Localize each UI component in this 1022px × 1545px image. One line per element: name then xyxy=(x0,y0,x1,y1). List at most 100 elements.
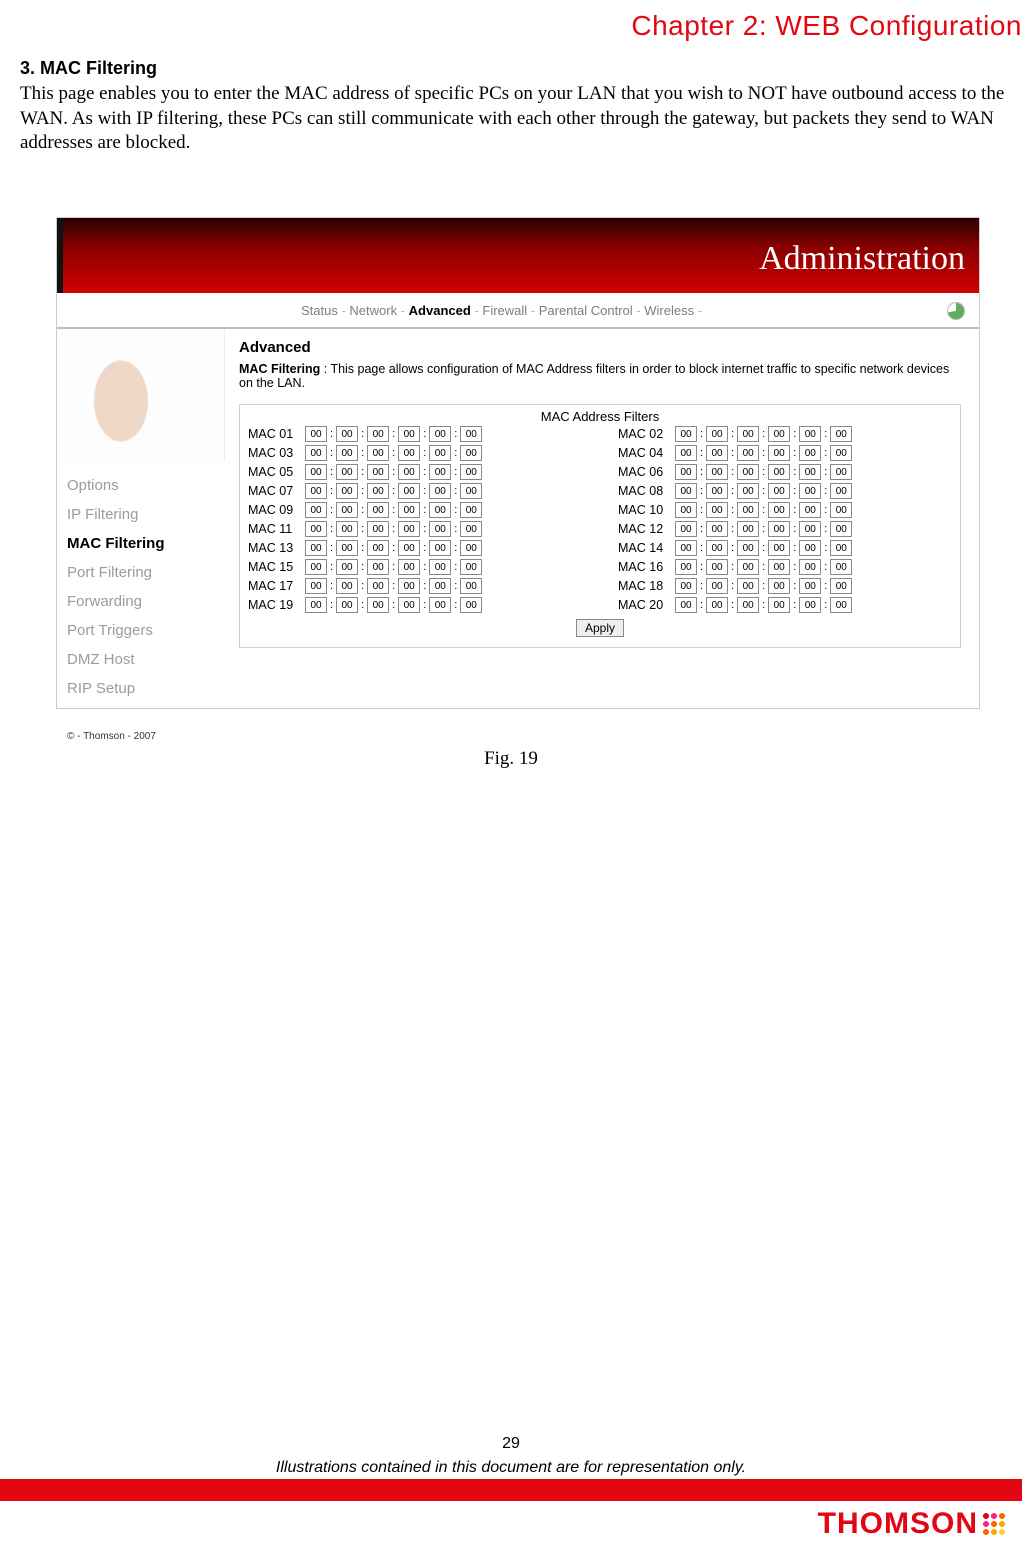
mac-octet-input[interactable]: 00 xyxy=(706,426,728,442)
mac-octet-input[interactable]: 00 xyxy=(460,483,482,499)
mac-octet-input[interactable]: 00 xyxy=(799,521,821,537)
refresh-icon[interactable] xyxy=(947,302,965,320)
mac-octet-input[interactable]: 00 xyxy=(367,502,389,518)
mac-octet-input[interactable]: 00 xyxy=(706,445,728,461)
mac-octet-input[interactable]: 00 xyxy=(768,464,790,480)
mac-octet-input[interactable]: 00 xyxy=(336,445,358,461)
mac-octet-input[interactable]: 00 xyxy=(367,559,389,575)
mac-octet-input[interactable]: 00 xyxy=(830,597,852,613)
mac-octet-input[interactable]: 00 xyxy=(737,464,759,480)
mac-octet-input[interactable]: 00 xyxy=(706,521,728,537)
mac-octet-input[interactable]: 00 xyxy=(305,578,327,594)
mac-octet-input[interactable]: 00 xyxy=(460,426,482,442)
mac-octet-input[interactable]: 00 xyxy=(398,540,420,556)
mac-octet-input[interactable]: 00 xyxy=(336,559,358,575)
mac-octet-input[interactable]: 00 xyxy=(429,597,451,613)
mac-octet-input[interactable]: 00 xyxy=(737,521,759,537)
mac-octet-input[interactable]: 00 xyxy=(675,445,697,461)
mac-octet-input[interactable]: 00 xyxy=(768,597,790,613)
mac-octet-input[interactable]: 00 xyxy=(706,540,728,556)
mac-octet-input[interactable]: 00 xyxy=(398,464,420,480)
nav-item[interactable]: Status xyxy=(301,303,338,318)
mac-octet-input[interactable]: 00 xyxy=(799,540,821,556)
mac-octet-input[interactable]: 00 xyxy=(336,578,358,594)
mac-octet-input[interactable]: 00 xyxy=(305,483,327,499)
mac-octet-input[interactable]: 00 xyxy=(305,426,327,442)
mac-octet-input[interactable]: 00 xyxy=(830,521,852,537)
mac-octet-input[interactable]: 00 xyxy=(830,445,852,461)
mac-octet-input[interactable]: 00 xyxy=(737,483,759,499)
mac-octet-input[interactable]: 00 xyxy=(336,426,358,442)
mac-octet-input[interactable]: 00 xyxy=(460,502,482,518)
mac-octet-input[interactable]: 00 xyxy=(460,559,482,575)
mac-octet-input[interactable]: 00 xyxy=(675,559,697,575)
mac-octet-input[interactable]: 00 xyxy=(768,445,790,461)
mac-octet-input[interactable]: 00 xyxy=(336,521,358,537)
mac-octet-input[interactable]: 00 xyxy=(706,578,728,594)
mac-octet-input[interactable]: 00 xyxy=(336,502,358,518)
mac-octet-input[interactable]: 00 xyxy=(706,483,728,499)
mac-octet-input[interactable]: 00 xyxy=(305,559,327,575)
mac-octet-input[interactable]: 00 xyxy=(768,559,790,575)
mac-octet-input[interactable]: 00 xyxy=(830,502,852,518)
mac-octet-input[interactable]: 00 xyxy=(675,483,697,499)
nav-item[interactable]: Advanced xyxy=(409,303,471,318)
mac-octet-input[interactable]: 00 xyxy=(675,521,697,537)
mac-octet-input[interactable]: 00 xyxy=(706,502,728,518)
mac-octet-input[interactable]: 00 xyxy=(799,502,821,518)
mac-octet-input[interactable]: 00 xyxy=(398,445,420,461)
mac-octet-input[interactable]: 00 xyxy=(398,426,420,442)
mac-octet-input[interactable]: 00 xyxy=(398,578,420,594)
mac-octet-input[interactable]: 00 xyxy=(799,483,821,499)
mac-octet-input[interactable]: 00 xyxy=(675,426,697,442)
apply-button[interactable]: Apply xyxy=(576,619,624,637)
mac-octet-input[interactable]: 00 xyxy=(367,521,389,537)
mac-octet-input[interactable]: 00 xyxy=(830,426,852,442)
mac-octet-input[interactable]: 00 xyxy=(367,464,389,480)
mac-octet-input[interactable]: 00 xyxy=(305,502,327,518)
mac-octet-input[interactable]: 00 xyxy=(799,445,821,461)
mac-octet-input[interactable]: 00 xyxy=(737,426,759,442)
mac-octet-input[interactable]: 00 xyxy=(737,445,759,461)
mac-octet-input[interactable]: 00 xyxy=(706,597,728,613)
mac-octet-input[interactable]: 00 xyxy=(398,483,420,499)
mac-octet-input[interactable]: 00 xyxy=(429,502,451,518)
mac-octet-input[interactable]: 00 xyxy=(429,426,451,442)
mac-octet-input[interactable]: 00 xyxy=(367,597,389,613)
mac-octet-input[interactable]: 00 xyxy=(367,540,389,556)
mac-octet-input[interactable]: 00 xyxy=(768,502,790,518)
mac-octet-input[interactable]: 00 xyxy=(305,521,327,537)
mac-octet-input[interactable]: 00 xyxy=(675,540,697,556)
mac-octet-input[interactable]: 00 xyxy=(429,578,451,594)
mac-octet-input[interactable]: 00 xyxy=(367,578,389,594)
mac-octet-input[interactable]: 00 xyxy=(398,597,420,613)
mac-octet-input[interactable]: 00 xyxy=(799,464,821,480)
sidebar-item[interactable]: DMZ Host xyxy=(67,651,219,668)
mac-octet-input[interactable]: 00 xyxy=(799,559,821,575)
mac-octet-input[interactable]: 00 xyxy=(675,578,697,594)
mac-octet-input[interactable]: 00 xyxy=(336,483,358,499)
mac-octet-input[interactable]: 00 xyxy=(830,578,852,594)
mac-octet-input[interactable]: 00 xyxy=(429,521,451,537)
mac-octet-input[interactable]: 00 xyxy=(799,597,821,613)
mac-octet-input[interactable]: 00 xyxy=(830,559,852,575)
mac-octet-input[interactable]: 00 xyxy=(398,521,420,537)
mac-octet-input[interactable]: 00 xyxy=(398,502,420,518)
sidebar-item[interactable]: Forwarding xyxy=(67,593,219,610)
mac-octet-input[interactable]: 00 xyxy=(830,464,852,480)
mac-octet-input[interactable]: 00 xyxy=(799,578,821,594)
mac-octet-input[interactable]: 00 xyxy=(305,597,327,613)
mac-octet-input[interactable]: 00 xyxy=(737,597,759,613)
sidebar-item[interactable]: Port Filtering xyxy=(67,564,219,581)
mac-octet-input[interactable]: 00 xyxy=(305,464,327,480)
mac-octet-input[interactable]: 00 xyxy=(768,483,790,499)
mac-octet-input[interactable]: 00 xyxy=(305,540,327,556)
mac-octet-input[interactable]: 00 xyxy=(429,464,451,480)
mac-octet-input[interactable]: 00 xyxy=(768,540,790,556)
sidebar-item[interactable]: RIP Setup xyxy=(67,680,219,697)
mac-octet-input[interactable]: 00 xyxy=(768,426,790,442)
mac-octet-input[interactable]: 00 xyxy=(460,540,482,556)
mac-octet-input[interactable]: 00 xyxy=(336,597,358,613)
mac-octet-input[interactable]: 00 xyxy=(336,540,358,556)
mac-octet-input[interactable]: 00 xyxy=(799,426,821,442)
